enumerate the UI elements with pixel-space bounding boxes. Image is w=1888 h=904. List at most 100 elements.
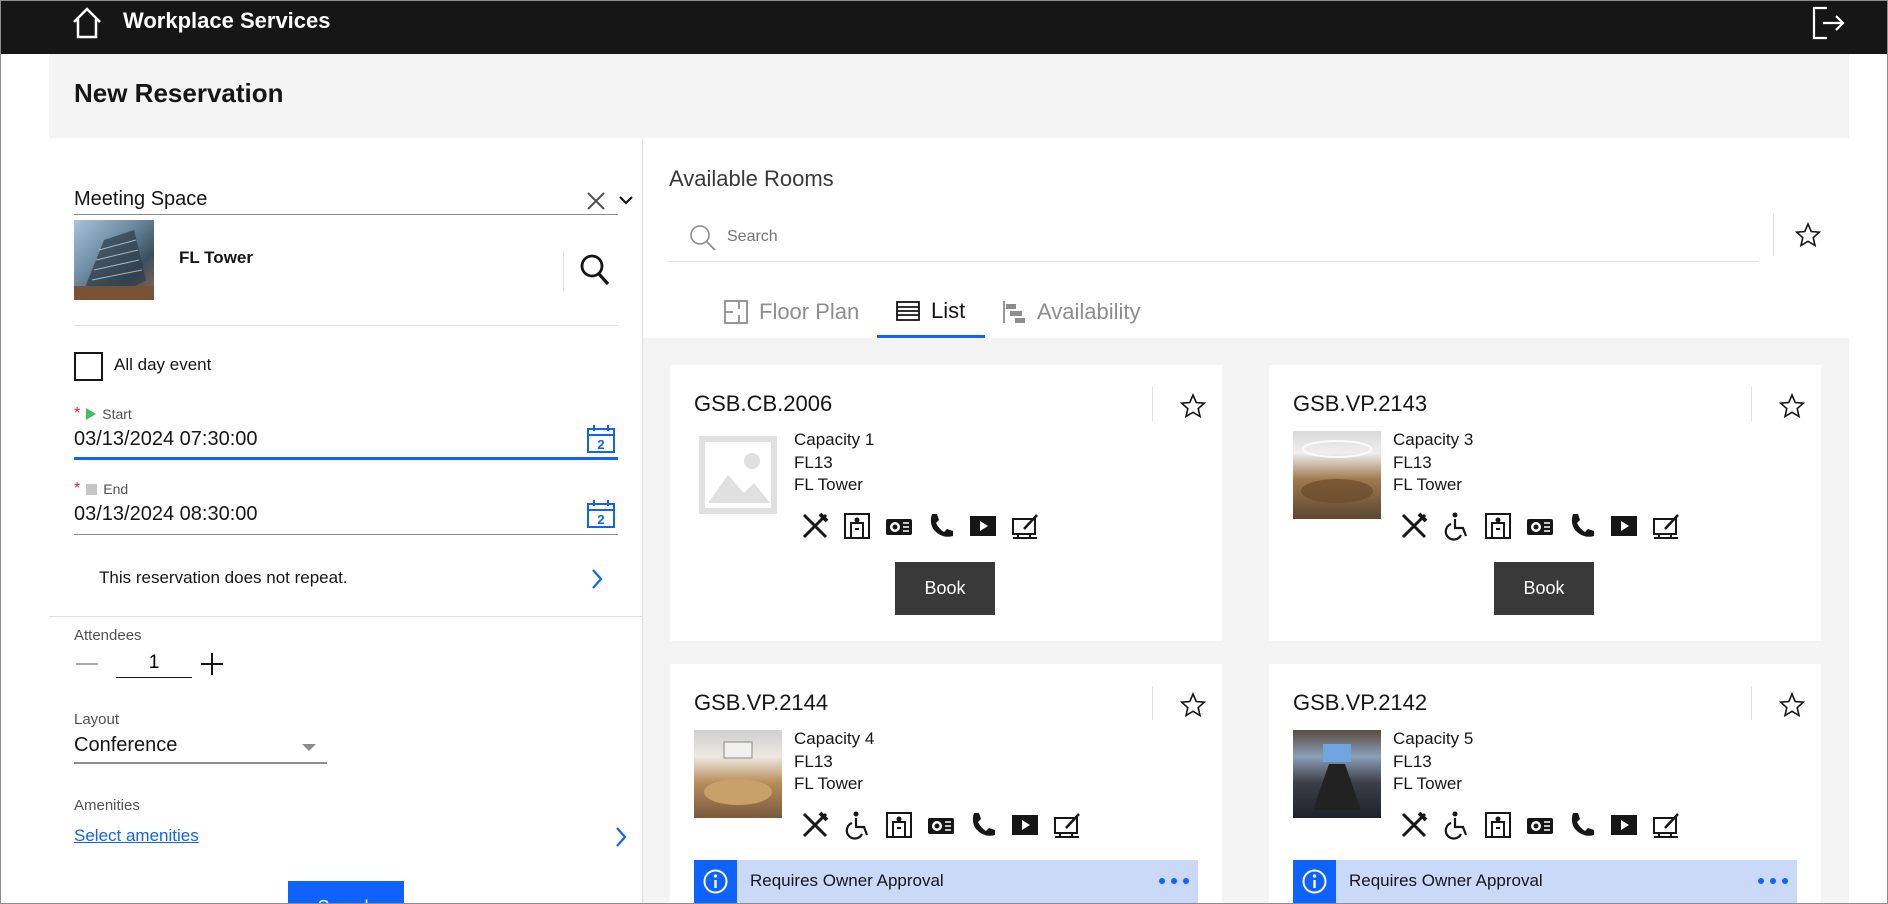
building-name: FL Tower bbox=[179, 248, 253, 267]
tab-list[interactable]: List bbox=[877, 286, 985, 338]
video-icon bbox=[1012, 815, 1038, 835]
room-photo bbox=[694, 730, 782, 818]
end-label: * End bbox=[74, 480, 128, 498]
divider bbox=[1152, 686, 1153, 720]
star-icon[interactable] bbox=[1180, 692, 1206, 718]
room-details: Capacity 4 FL13 FL Tower bbox=[794, 728, 874, 796]
divider bbox=[74, 325, 618, 326]
room-search bbox=[669, 212, 1759, 262]
space-type-value: Meeting Space bbox=[74, 188, 208, 210]
required-marker: * bbox=[74, 405, 81, 422]
room-name: GSB.VP.2144 bbox=[694, 690, 829, 715]
amenity-icons bbox=[800, 810, 1082, 840]
chevron-right-icon[interactable] bbox=[591, 568, 603, 590]
required-marker: * bbox=[74, 480, 81, 497]
room-floor: FL13 bbox=[1393, 452, 1432, 472]
room-building: FL Tower bbox=[1393, 774, 1462, 793]
attendees-input[interactable] bbox=[116, 648, 192, 678]
room-details: Capacity 5 FL13 FL Tower bbox=[1393, 728, 1473, 796]
close-icon[interactable] bbox=[586, 191, 606, 211]
star-icon[interactable] bbox=[1779, 692, 1805, 718]
tab-list-label: List bbox=[931, 297, 966, 323]
whiteboard-icon bbox=[1012, 514, 1038, 539]
star-icon[interactable] bbox=[1795, 222, 1821, 248]
room-card: GSB.CB.2006 Capacity 1 FL13 FL Tower Boo… bbox=[670, 365, 1222, 641]
amenities-label: Amenities bbox=[74, 797, 140, 814]
list-tab-icon bbox=[896, 300, 920, 321]
tab-floor-plan[interactable]: Floor Plan bbox=[723, 286, 859, 338]
home-icon[interactable] bbox=[71, 6, 103, 40]
search-button[interactable]: Search bbox=[288, 881, 404, 903]
approval-text: Requires Owner Approval bbox=[1349, 871, 1543, 890]
logout-icon[interactable] bbox=[1811, 5, 1845, 41]
room-name: GSB.CB.2006 bbox=[694, 391, 833, 416]
search-icon[interactable] bbox=[579, 253, 611, 287]
room-card: GSB.VP.2143 Capacity 3 FL13 FL Tower Boo… bbox=[1269, 365, 1821, 641]
image-placeholder-icon bbox=[694, 431, 782, 519]
caret-down-icon bbox=[302, 744, 316, 751]
info-icon bbox=[694, 860, 737, 903]
star-icon[interactable] bbox=[1180, 393, 1206, 419]
available-rooms-title: Available Rooms bbox=[669, 166, 834, 191]
calendar-icon[interactable]: 2 bbox=[586, 424, 616, 454]
space-type-select[interactable]: Meeting Space bbox=[74, 163, 633, 215]
divider bbox=[1751, 686, 1752, 720]
view-tabs: Floor Plan List Availability bbox=[643, 286, 1849, 338]
book-button[interactable]: Book bbox=[895, 562, 995, 615]
room-capacity: Capacity 4 bbox=[794, 729, 875, 748]
start-label-text: Start bbox=[102, 406, 132, 422]
page-header: New Reservation bbox=[49, 54, 1849, 138]
app-title: Workplace Services bbox=[123, 8, 331, 33]
divider bbox=[49, 616, 643, 617]
accessible-icon bbox=[845, 811, 869, 840]
phone-icon bbox=[1571, 813, 1594, 836]
floor-plan-icon bbox=[886, 812, 912, 838]
repeat-summary[interactable]: This reservation does not repeat. bbox=[99, 568, 348, 588]
end-label-text: End bbox=[103, 481, 129, 497]
layout-select[interactable]: Conference bbox=[74, 730, 327, 764]
building-image bbox=[74, 220, 154, 300]
increment-button[interactable] bbox=[199, 651, 225, 677]
overflow-menu-icon[interactable] bbox=[1158, 873, 1190, 889]
approval-text: Requires Owner Approval bbox=[750, 871, 944, 890]
info-icon bbox=[1293, 860, 1336, 903]
room-name: GSB.VP.2143 bbox=[1293, 391, 1428, 416]
layout-label: Layout bbox=[74, 711, 120, 728]
divider bbox=[563, 251, 564, 291]
room-capacity: Capacity 1 bbox=[794, 430, 875, 449]
chevron-down-icon[interactable] bbox=[618, 194, 634, 206]
video-icon bbox=[1611, 516, 1637, 536]
calendar-day-text: 2 bbox=[597, 437, 604, 452]
end-datetime-input[interactable]: 03/13/2024 08:30:00 2 bbox=[74, 499, 618, 535]
top-bar: Workplace Services bbox=[1, 1, 1887, 54]
room-search-input[interactable] bbox=[727, 224, 1627, 250]
room-capacity: Capacity 5 bbox=[1393, 729, 1474, 748]
all-day-label: All day event bbox=[114, 355, 212, 374]
divider bbox=[1152, 387, 1153, 421]
select-amenities-link[interactable]: Select amenities bbox=[74, 826, 199, 846]
page-title: New Reservation bbox=[74, 78, 284, 108]
decrement-button[interactable] bbox=[74, 651, 100, 677]
approval-notice: Requires Owner Approval bbox=[694, 860, 1198, 903]
star-icon[interactable] bbox=[1779, 393, 1805, 419]
start-datetime-input[interactable]: 03/13/2024 07:30:00 2 bbox=[74, 424, 618, 460]
phone-icon bbox=[972, 813, 995, 836]
overflow-menu-icon[interactable] bbox=[1757, 873, 1789, 889]
available-rooms-panel: Available Rooms Floor Plan bbox=[643, 138, 1849, 903]
divider bbox=[1773, 214, 1774, 256]
amenity-icons bbox=[800, 511, 1040, 541]
projector-icon bbox=[928, 818, 954, 834]
room-details: Capacity 3 FL13 FL Tower bbox=[1393, 429, 1473, 497]
chevron-right-icon[interactable] bbox=[615, 826, 627, 848]
floor-plan-icon bbox=[1485, 812, 1511, 838]
book-button[interactable]: Book bbox=[1494, 562, 1594, 615]
room-floor: FL13 bbox=[794, 751, 833, 771]
room-photo bbox=[1293, 431, 1381, 519]
video-icon bbox=[970, 516, 996, 536]
whiteboard-icon bbox=[1653, 813, 1679, 838]
tab-availability[interactable]: Availability bbox=[1001, 286, 1141, 338]
room-building: FL Tower bbox=[1393, 475, 1462, 494]
all-day-checkbox[interactable] bbox=[74, 352, 103, 381]
room-details: Capacity 1 FL13 FL Tower bbox=[794, 429, 874, 497]
calendar-icon[interactable]: 2 bbox=[586, 499, 616, 529]
